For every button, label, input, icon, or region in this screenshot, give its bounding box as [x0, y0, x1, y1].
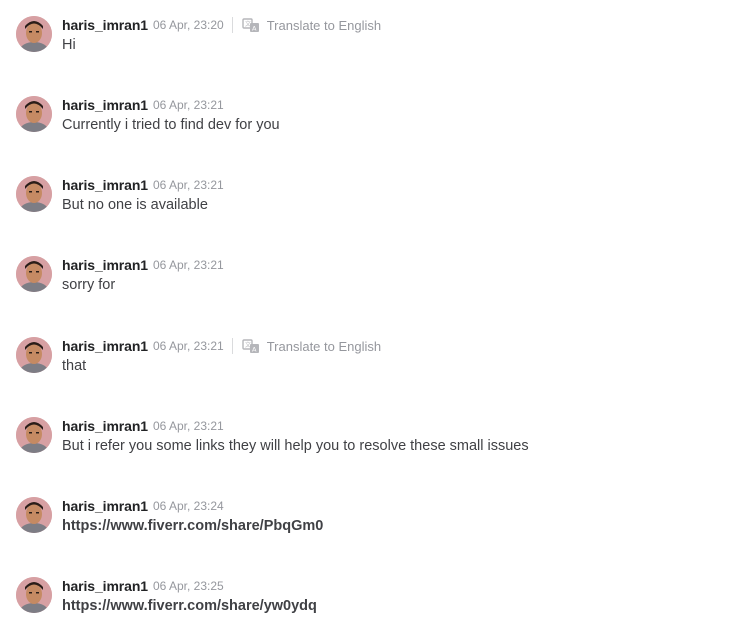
- timestamp: 06 Apr, 23:20: [152, 18, 224, 32]
- divider: [231, 17, 233, 33]
- svg-text:A: A: [252, 25, 257, 33]
- username[interactable]: haris_imran1: [62, 578, 148, 594]
- avatar[interactable]: [16, 497, 52, 533]
- username[interactable]: haris_imran1: [62, 97, 148, 113]
- username[interactable]: haris_imran1: [62, 498, 148, 514]
- avatar-photo: [16, 337, 52, 373]
- avatar-photo: [16, 577, 52, 613]
- avatar-photo: [16, 417, 52, 453]
- username[interactable]: haris_imran1: [62, 257, 148, 273]
- timestamp: 06 Apr, 23:21: [152, 339, 224, 353]
- avatar-photo: [16, 497, 52, 533]
- share-link[interactable]: https://www.fiverr.com/share/yw0ydq: [62, 598, 317, 614]
- message-text: that: [62, 358, 87, 374]
- avatar-photo: [16, 176, 52, 212]
- message-text: Hi: [62, 37, 76, 53]
- translate-icon: 文 A: [242, 339, 259, 354]
- message-text: Currently i tried to find dev for you: [62, 117, 280, 133]
- share-link[interactable]: https://www.fiverr.com/share/PbqGm0: [62, 518, 323, 534]
- translate-label: Translate to English: [266, 17, 382, 33]
- avatar[interactable]: [16, 256, 52, 292]
- message: haris_imran1 06 Apr, 23:21 Currently i t…: [0, 96, 729, 156]
- translate-icon: 文 A: [242, 18, 259, 33]
- svg-text:文: 文: [245, 341, 251, 349]
- avatar-photo: [16, 96, 52, 132]
- avatar-photo: [16, 16, 52, 52]
- avatar-photo: [16, 256, 52, 292]
- avatar[interactable]: [16, 417, 52, 453]
- avatar[interactable]: [16, 176, 52, 212]
- message-text: But no one is available: [62, 197, 208, 213]
- translate-label: Translate to English: [266, 338, 382, 354]
- timestamp: 06 Apr, 23:21: [152, 258, 224, 272]
- svg-text:文: 文: [245, 20, 251, 28]
- message: haris_imran1 06 Apr, 23:21 But i refer y…: [0, 417, 729, 477]
- svg-text:A: A: [252, 346, 257, 354]
- translate-button[interactable]: 文 A Translate to English: [241, 15, 381, 35]
- message: haris_imran1 06 Apr, 23:25 https://www.f…: [0, 577, 729, 637]
- message-text: But i refer you some links they will hel…: [62, 438, 529, 454]
- message: haris_imran1 06 Apr, 23:21 But no one is…: [0, 176, 729, 236]
- avatar[interactable]: [16, 577, 52, 613]
- translate-button[interactable]: 文 A Translate to English: [241, 336, 381, 356]
- username[interactable]: haris_imran1: [62, 17, 148, 33]
- message: haris_imran1 06 Apr, 23:20 文 A Translate…: [0, 16, 729, 76]
- timestamp: 06 Apr, 23:21: [152, 98, 224, 112]
- timestamp: 06 Apr, 23:21: [152, 419, 224, 433]
- avatar[interactable]: [16, 96, 52, 132]
- timestamp: 06 Apr, 23:25: [152, 579, 224, 593]
- timestamp: 06 Apr, 23:21: [152, 178, 224, 192]
- message: haris_imran1 06 Apr, 23:24 https://www.f…: [0, 497, 729, 557]
- timestamp: 06 Apr, 23:24: [152, 499, 224, 513]
- message: haris_imran1 06 Apr, 23:21 文 A Translate…: [0, 337, 729, 397]
- divider: [231, 338, 233, 354]
- message: haris_imran1 06 Apr, 23:21 sorry for: [0, 256, 729, 316]
- username[interactable]: haris_imran1: [62, 418, 148, 434]
- avatar[interactable]: [16, 337, 52, 373]
- username[interactable]: haris_imran1: [62, 177, 148, 193]
- username[interactable]: haris_imran1: [62, 338, 148, 354]
- message-text: sorry for: [62, 277, 116, 293]
- avatar[interactable]: [16, 16, 52, 52]
